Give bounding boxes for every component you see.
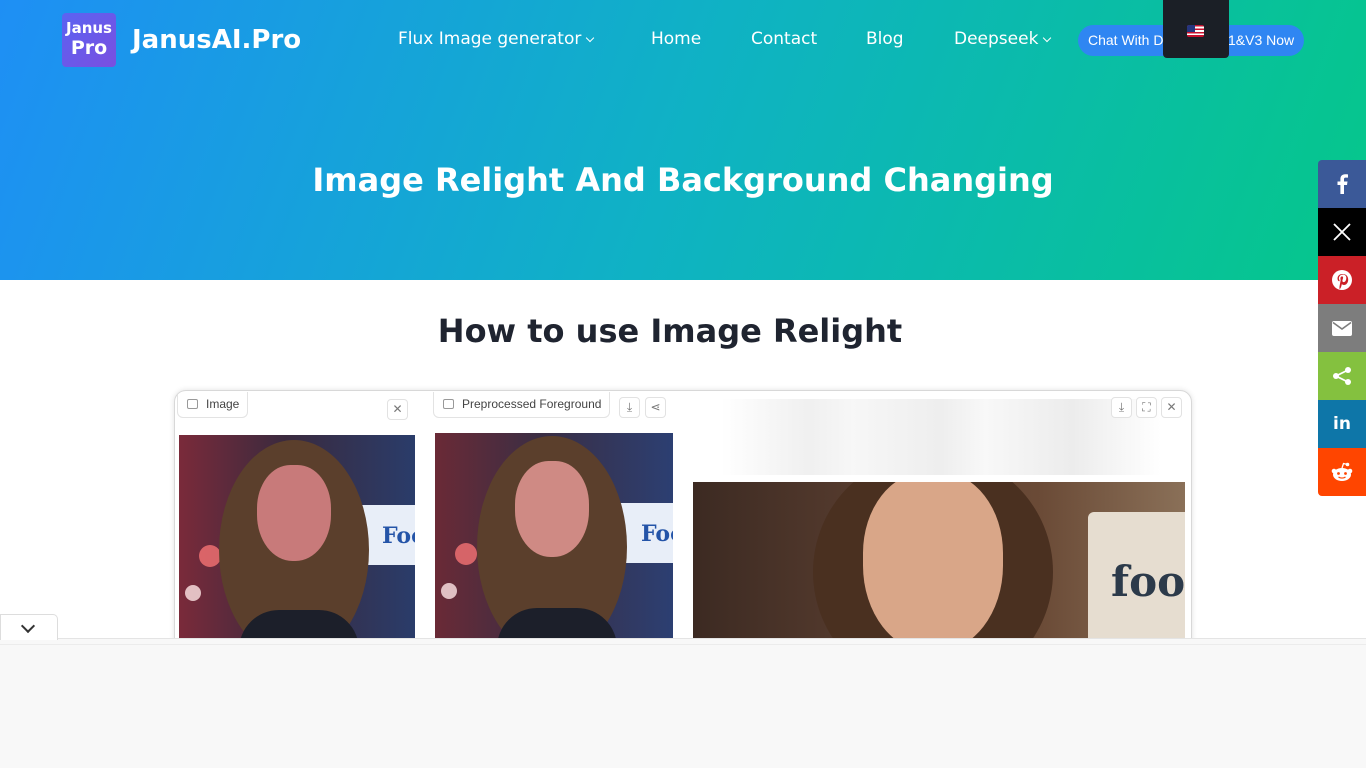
nav-label: Home [651, 29, 702, 49]
collapse-ad-button[interactable] [0, 614, 58, 640]
blurred-thumbnails [721, 399, 1161, 475]
share-icon[interactable]: ⋖ [645, 397, 666, 418]
nav-contact[interactable]: Contact [751, 28, 817, 50]
panel-label-text: Image [206, 397, 240, 411]
tutorial-screenshot: Image ✕ Foot Preprocessed Foreground ⤓ ⋖… [174, 390, 1192, 650]
site-logo[interactable]: Janus Pro [62, 13, 116, 67]
share-linkedin-button[interactable]: in [1318, 400, 1366, 448]
cta-text-right: 1&V3 Now [1228, 32, 1295, 48]
facebook-icon [1337, 174, 1348, 194]
download-icon[interactable]: ⤓ [619, 397, 640, 418]
site-name-link[interactable]: JanusAI.Pro [132, 22, 301, 58]
cta-text-left: Chat With D [1088, 32, 1164, 48]
share-generic-button[interactable] [1318, 352, 1366, 400]
bottom-ad-area [0, 638, 1366, 768]
panel-label-text: Preprocessed Foreground [462, 397, 602, 411]
share-x-button[interactable] [1318, 208, 1366, 256]
sign-text: Foot [641, 521, 673, 547]
nav-flux-image-generator[interactable]: Flux Image generator [398, 28, 595, 50]
language-switcher[interactable] [1163, 0, 1229, 58]
input-image-panel: Image ✕ Foot [177, 391, 415, 649]
us-flag-icon [1187, 25, 1204, 37]
fullscreen-icon[interactable]: ⛶ [1136, 397, 1157, 418]
divider [0, 644, 1366, 645]
x-icon [1333, 223, 1351, 241]
reddit-icon [1331, 462, 1353, 481]
logo-line-1: Janus [66, 19, 112, 37]
page-title: Image Relight And Background Changing [312, 161, 1054, 199]
nav-label: Flux Image generator [398, 29, 582, 49]
image-icon [187, 399, 198, 409]
share-email-button[interactable] [1318, 304, 1366, 352]
close-icon[interactable]: ✕ [387, 399, 408, 420]
pinterest-icon [1332, 270, 1352, 290]
share-facebook-button[interactable] [1318, 160, 1366, 208]
nav-label: Blog [866, 29, 904, 49]
nav-label: Contact [751, 29, 818, 49]
logo-line-2: Pro [70, 37, 108, 59]
sign-text: foot [1111, 557, 1185, 606]
share-reddit-button[interactable] [1318, 448, 1366, 496]
foreground-image: Foot [435, 433, 673, 649]
relit-output-image: foot [693, 482, 1185, 649]
panel-label-preprocessed: Preprocessed Foreground [433, 392, 611, 418]
share-icon [1333, 367, 1351, 385]
hero-banner: Janus Pro JanusAI.Pro Flux Image generat… [0, 0, 1366, 280]
image-icon [443, 399, 454, 409]
chevron-down-icon [20, 618, 36, 634]
section-title: How to use Image Relight [437, 312, 903, 350]
sign-text: Foot [382, 523, 415, 549]
share-pinterest-button[interactable] [1318, 256, 1366, 304]
nav-label: Deepseek [954, 29, 1039, 49]
nav-blog[interactable]: Blog [866, 28, 904, 50]
preprocessed-foreground-panel: Preprocessed Foreground ⤓ ⋖ Foot [433, 391, 673, 649]
chevron-down-icon [1043, 33, 1052, 43]
linkedin-icon: in [1333, 414, 1351, 434]
download-icon[interactable]: ⤓ [1111, 397, 1132, 418]
output-gallery-panel: ⤓ ⛶ ✕ foot [691, 391, 1187, 649]
chevron-down-icon [586, 33, 595, 43]
email-icon [1332, 320, 1352, 336]
nav-deepseek[interactable]: Deepseek [954, 28, 1052, 50]
nav-home[interactable]: Home [651, 28, 701, 50]
panel-label-image: Image [177, 392, 249, 418]
portrait-image: Foot [179, 435, 415, 649]
close-icon[interactable]: ✕ [1161, 397, 1182, 418]
